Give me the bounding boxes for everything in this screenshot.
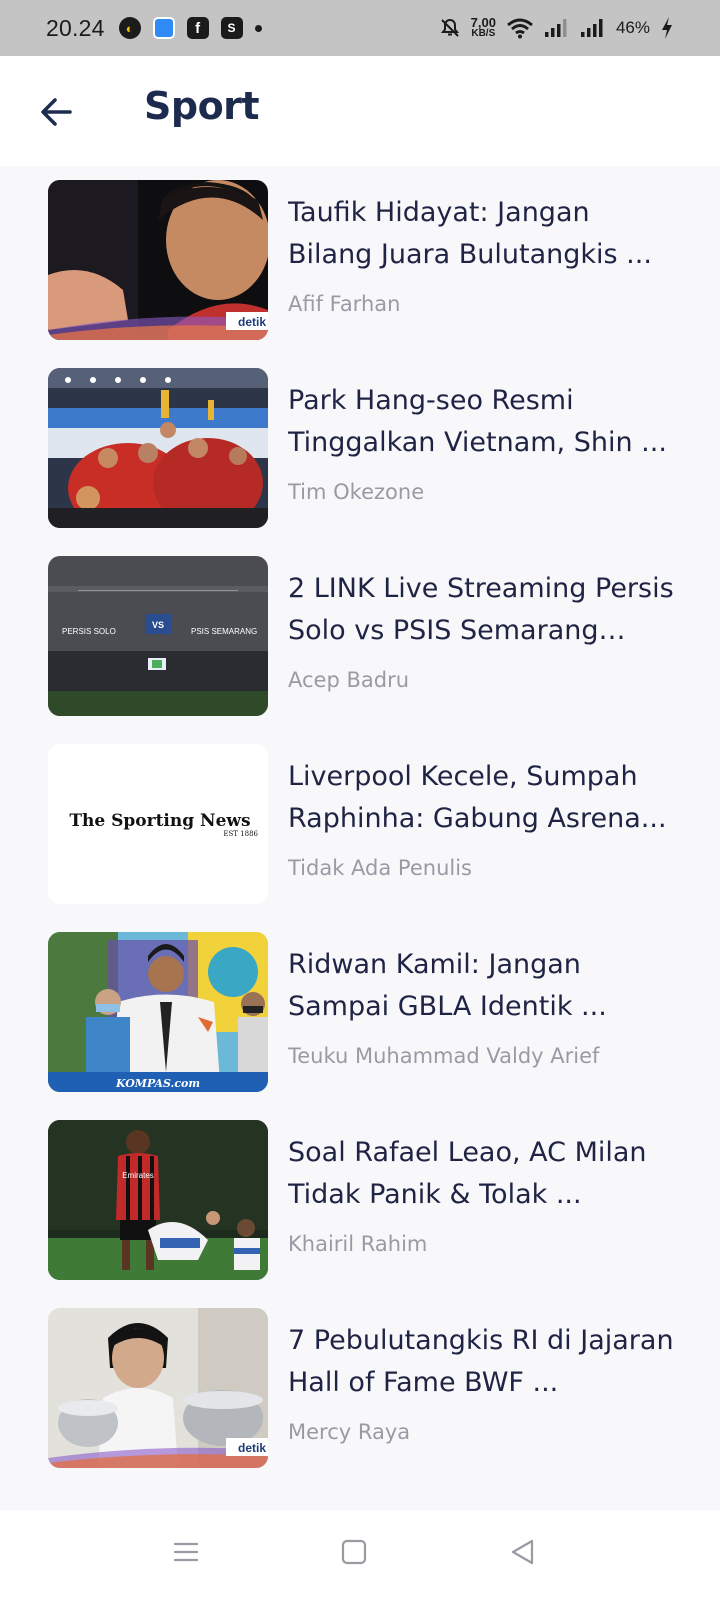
battery-level: 46% xyxy=(615,18,650,37)
o-app-icon: ◐ xyxy=(118,17,141,39)
thumb-right-team: PSIS SEMARANG xyxy=(191,627,257,636)
list-item-article[interactable]: The Sporting News EST 1886 Liverpool Kec… xyxy=(48,744,688,904)
blue-app-icon xyxy=(152,17,175,39)
article-author: Tim Okezone xyxy=(288,480,425,504)
thumb-caption: Emirates xyxy=(122,1171,154,1180)
article-thumbnail: detik xyxy=(48,180,268,340)
article-author: Khairil Rahim xyxy=(288,1232,428,1256)
thumb-caption: detik xyxy=(238,315,266,329)
article-author: Teuku Muhammad Valdy Arief xyxy=(288,1044,600,1068)
article-headline: Soal Rafael Leao, AC Milan Tidak Panik &… xyxy=(288,1137,647,1210)
thumb-caption: detik xyxy=(238,1441,266,1455)
page-title: Sport xyxy=(144,84,260,128)
list-item-article[interactable]: KOMPAS.com Ridwan Kamil: Jangan Sampai G… xyxy=(48,932,688,1092)
charging-icon xyxy=(662,17,672,39)
list-item-article[interactable]: detik 7 Pebulutangkis RI di Jajaran Hall… xyxy=(48,1308,688,1468)
wifi-icon xyxy=(507,18,533,39)
home-icon[interactable] xyxy=(340,1538,368,1566)
article-headline: 2 LINK Live Streaming Persis Solo vs PSI… xyxy=(288,573,674,646)
facebook-icon: f xyxy=(186,17,209,39)
signal-icon xyxy=(580,19,603,37)
list-item-article[interactable]: Park Hang-seo Resmi Tinggalkan Vietnam, … xyxy=(48,368,688,528)
thumb-caption: The Sporting News xyxy=(69,811,250,831)
article-author: Mercy Raya xyxy=(288,1420,411,1444)
thumb-sub: EST 1886 xyxy=(223,830,258,838)
article-author: Tidak Ada Penulis xyxy=(288,856,472,880)
article-headline: Taufik Hidayat: Jangan Bilang Juara Bulu… xyxy=(288,197,652,270)
article-thumbnail: Emirates xyxy=(48,1120,268,1280)
thumb-left-team: PERSIS SOLO xyxy=(62,627,116,636)
status-app-icons: ◐ f S xyxy=(118,17,262,39)
network-speed-unit: KB/S xyxy=(471,28,496,39)
system-nav-bar xyxy=(0,1510,720,1600)
article-thumbnail xyxy=(48,368,268,528)
article-thumbnail: VS PERSIS SOLO PSIS SEMARANG xyxy=(48,556,268,716)
article-author: Acep Badru xyxy=(288,668,410,692)
thumb-caption: KOMPAS.com xyxy=(115,1077,200,1090)
back-arrow-icon[interactable] xyxy=(36,92,76,132)
article-headline: 7 Pebulutangkis RI di Jajaran Hall of Fa… xyxy=(288,1325,674,1398)
back-triangle-icon[interactable] xyxy=(508,1538,536,1566)
signal-icon xyxy=(544,19,567,37)
status-bar: 20.24 ◐ f S 7,00 KB/S 46% xyxy=(0,0,720,56)
network-speed-value: 7,00 xyxy=(470,15,496,30)
article-thumbnail: detik xyxy=(48,1308,268,1468)
list-item-article[interactable]: VS PERSIS SOLO PSIS SEMARANG 2 LINK Live… xyxy=(48,556,688,716)
article-headline: Park Hang-seo Resmi Tinggalkan Vietnam, … xyxy=(288,385,667,458)
news-list: detik Taufik Hidayat: Jangan Bilang Juar… xyxy=(0,166,720,1510)
status-time: 20.24 xyxy=(46,14,105,41)
recent-apps-icon[interactable] xyxy=(172,1538,200,1566)
article-headline: Liverpool Kecele, Sumpah Raphinha: Gabun… xyxy=(288,761,667,834)
network-speed: 7,00 KB/S xyxy=(470,15,496,39)
article-author: Afif Farhan xyxy=(288,292,401,316)
article-headline: Ridwan Kamil: Jangan Sampai GBLA Identik… xyxy=(288,949,607,1022)
notification-dot-icon xyxy=(254,24,262,32)
shopping-bag-icon: S xyxy=(220,17,243,39)
thumb-vs: VS xyxy=(152,620,164,630)
list-item-article[interactable]: Emirates Soal Rafael Leao, AC Milan Tida… xyxy=(48,1120,688,1280)
mute-bell-icon xyxy=(440,18,459,37)
article-thumbnail: KOMPAS.com xyxy=(48,932,268,1092)
app-header: Sport xyxy=(0,56,720,166)
article-thumbnail: The Sporting News EST 1886 xyxy=(48,744,268,904)
list-item-article[interactable]: detik Taufik Hidayat: Jangan Bilang Juar… xyxy=(48,180,688,340)
status-system-icons: 7,00 KB/S 46% xyxy=(439,16,674,40)
